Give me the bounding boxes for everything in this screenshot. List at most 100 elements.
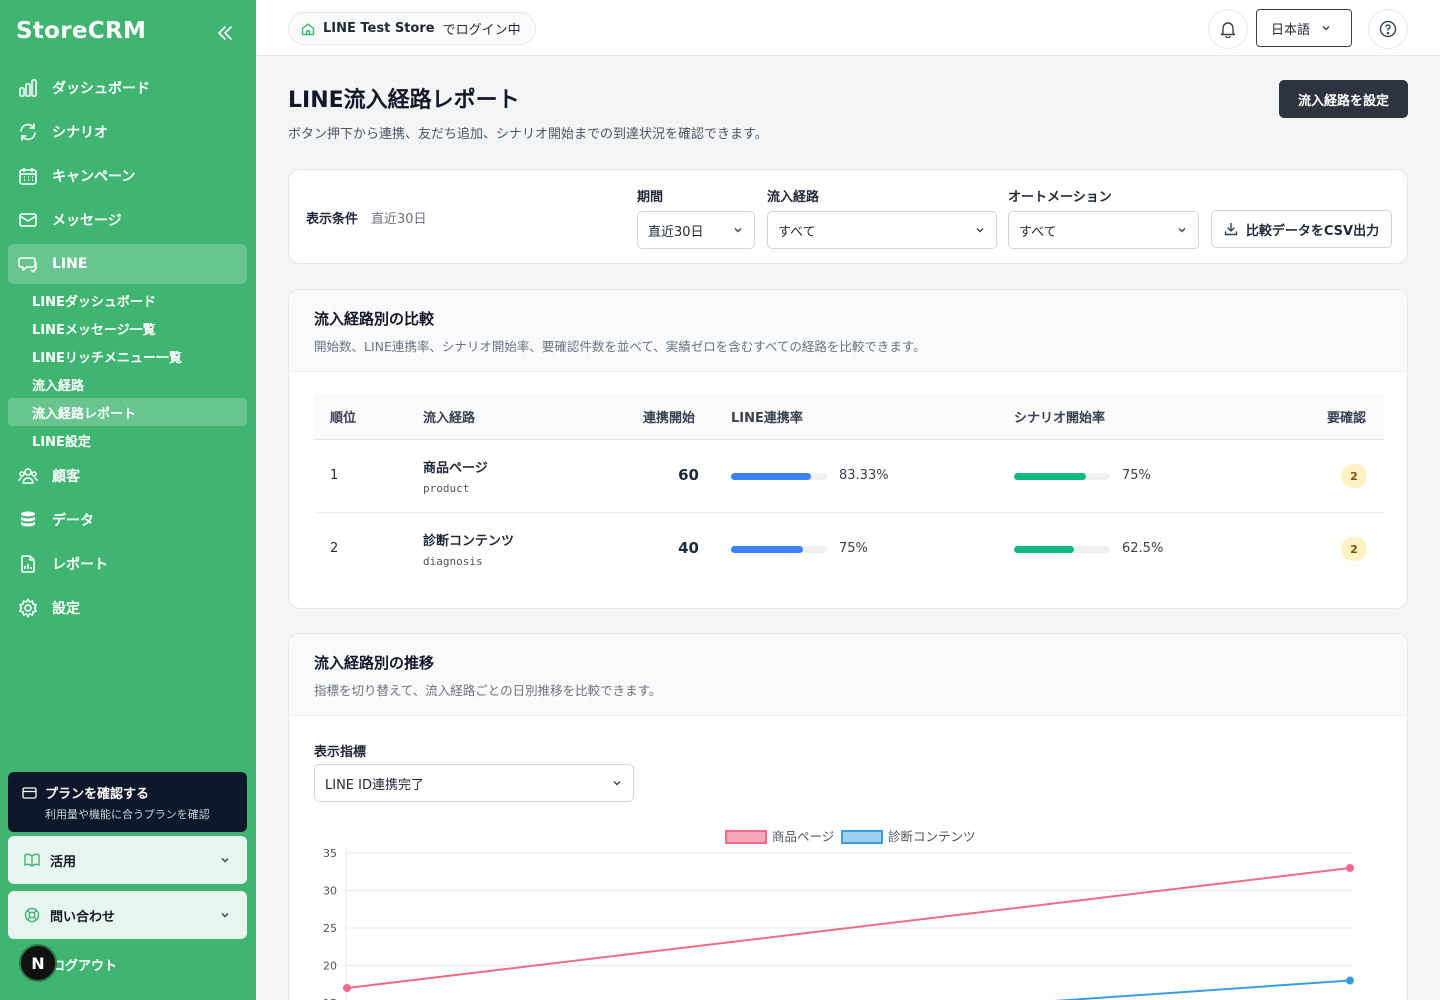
chevron-down-icon <box>976 228 984 233</box>
automation-select[interactable]: すべて <box>1008 211 1199 249</box>
chevron-down-icon <box>1322 26 1330 31</box>
topbar: LINE Test Store でログイン中 日本語 <box>256 0 1440 56</box>
line-rate-value: 75% <box>839 541 868 556</box>
line-rate-value: 83.33% <box>839 468 889 483</box>
data-point <box>1346 976 1354 985</box>
store-name: LINE Test Store <box>323 21 435 36</box>
brand-logo: StoreCRM <box>16 18 147 44</box>
users-icon <box>18 466 38 486</box>
route-slug: product <box>423 482 470 495</box>
file-icon <box>18 554 38 574</box>
submenu-item-line-dashboard[interactable]: LINEダッシュボード <box>32 286 247 314</box>
scenario-rate-bar <box>1014 546 1110 553</box>
filter-summary: 直近30日 <box>371 212 427 227</box>
submenu-item-line-messages[interactable]: LINEメッセージ一覧 <box>32 314 247 342</box>
automation-filter: オートメーション すべて <box>1008 186 1199 249</box>
comparison-description: 開始数、LINE連携率、シナリオ開始率、要確認件数を並べて、実績ゼロを含むすべて… <box>314 339 926 354</box>
sidebar-item-label: シナリオ <box>52 125 108 141</box>
notifications-button[interactable] <box>1208 9 1248 49</box>
scenario-rate-value: 62.5% <box>1122 541 1164 556</box>
home-icon <box>301 22 315 35</box>
route-label: 流入経路 <box>767 190 820 205</box>
period-value: 直近30日 <box>648 224 704 240</box>
submenu-item-line-settings[interactable]: LINE設定 <box>32 426 247 454</box>
sidebar-item-data[interactable]: データ <box>8 498 247 542</box>
trend-title: 流入経路別の推移 <box>314 654 435 672</box>
review-count-badge: 2 <box>1341 537 1367 561</box>
help-button[interactable] <box>1368 9 1408 49</box>
column-header-route: 流入経路 <box>423 411 476 426</box>
sidebar-item-label: 顧客 <box>52 469 80 485</box>
sidebar-item-dashboard[interactable]: ダッシュボード <box>8 66 247 110</box>
data-point <box>1346 864 1354 872</box>
sidebar-item-campaign[interactable]: キャンペーン <box>8 154 247 198</box>
sidebar-item-message[interactable]: メッセージ <box>8 198 247 242</box>
usage-label: 活用 <box>50 854 77 870</box>
book-icon <box>24 852 40 868</box>
comparison-card: 流入経路別の比較 開始数、LINE連携率、シナリオ開始率、要確認件数を並べて、実… <box>288 289 1408 609</box>
language-select[interactable]: 日本語 <box>1256 9 1352 47</box>
table-row[interactable]: 1 商品ページ product 60 83.33% 75% 2 <box>314 440 1384 513</box>
series-line <box>1054 979 1351 1000</box>
comparison-header: 流入経路別の比較 開始数、LINE連携率、シナリオ開始率、要確認件数を並べて、実… <box>289 290 1407 372</box>
table-row[interactable]: 2 診断コンテンツ diagnosis 40 75% 62.5% 2 <box>314 513 1384 586</box>
metric-label: 表示指標 <box>314 745 367 760</box>
trend-card: 流入経路別の推移 指標を切り替えて、流入経路ごとの日別推移を比較できます。 表示… <box>288 633 1408 1000</box>
csv-export-label: 比較データをCSV出力 <box>1245 223 1380 239</box>
sidebar-item-label: キャンペーン <box>52 169 136 185</box>
sidebar-item-settings[interactable]: 設定 <box>8 586 247 630</box>
automation-label: オートメーション <box>1008 190 1112 205</box>
line-rate-bar <box>731 473 827 480</box>
legend-swatch <box>841 830 883 844</box>
credit-card-icon <box>22 786 37 799</box>
contact-accordion[interactable]: 問い合わせ <box>8 891 247 939</box>
submenu-item-route-report[interactable]: 流入経路レポート <box>8 398 247 426</box>
chat-icon <box>18 254 38 274</box>
trend-header: 流入経路別の推移 指標を切り替えて、流入経路ごとの日別推移を比較できます。 <box>289 634 1407 716</box>
route-filter: 流入経路 すべて <box>767 186 997 249</box>
trend-description: 指標を切り替えて、流入経路ごとの日別推移を比較できます。 <box>314 683 662 698</box>
configure-routes-button[interactable]: 流入経路を設定 <box>1279 80 1408 118</box>
column-header-line-rate: LINE連携率 <box>731 411 803 426</box>
page-title: LINE流入経路レポート <box>288 88 520 113</box>
chevron-down-icon <box>734 228 742 233</box>
collapse-sidebar-icon[interactable] <box>216 24 234 42</box>
sidebar-item-line[interactable]: LINE <box>8 244 247 284</box>
line-rate-bar-fill <box>731 546 803 553</box>
submenu-item-rich-menus[interactable]: LINEリッチメニュー一覧 <box>32 342 247 370</box>
plan-card[interactable]: プランを確認する 利用量や機能に合うプランを確認 <box>8 772 247 832</box>
avatar[interactable]: N <box>19 944 57 982</box>
sidebar-item-report[interactable]: レポート <box>8 542 247 586</box>
y-tick-label: 30 <box>323 885 337 898</box>
metric-value: LINE ID連携完了 <box>325 777 424 793</box>
sidebar-item-label: LINE <box>52 256 88 272</box>
chevron-down-icon <box>221 858 229 863</box>
logout-link[interactable]: ログアウト <box>52 955 117 974</box>
sidebar-item-scenario[interactable]: シナリオ <box>8 110 247 154</box>
starts-count: 60 <box>678 466 699 484</box>
refresh-icon <box>18 122 38 142</box>
page-subtitle: ボタン押下から連携、友だち追加、シナリオ開始までの到達状況を確認できます。 <box>288 127 768 142</box>
period-label: 期間 <box>637 190 664 205</box>
store-indicator: LINE Test Store でログイン中 <box>288 12 536 45</box>
legend-swatch <box>725 830 767 844</box>
csv-export-button[interactable]: 比較データをCSV出力 <box>1211 210 1392 248</box>
submenu-item-routes[interactable]: 流入経路 <box>32 370 247 398</box>
route-select[interactable]: すべて <box>767 211 997 249</box>
download-icon <box>1224 222 1238 236</box>
sidebar-item-customers[interactable]: 顧客 <box>8 454 247 498</box>
plan-title: プランを確認する <box>45 787 150 802</box>
bell-icon <box>1220 22 1236 38</box>
contact-label: 問い合わせ <box>50 909 116 925</box>
usage-accordion[interactable]: 活用 <box>8 836 247 884</box>
trend-line-chart: 商品ページ診断コンテンツ3530252015 <box>323 829 1354 1000</box>
line-submenu: LINEダッシュボード LINEメッセージ一覧 LINEリッチメニュー一覧 流入… <box>8 286 247 454</box>
scenario-rate-bar-fill <box>1014 546 1074 553</box>
data-point <box>343 984 351 992</box>
login-status: でログイン中 <box>442 23 521 38</box>
metric-select[interactable]: LINE ID連携完了 <box>314 764 634 802</box>
period-select[interactable]: 直近30日 <box>637 211 755 249</box>
bar-chart-icon <box>18 78 38 98</box>
review-count-badge: 2 <box>1341 464 1367 488</box>
route-name: 診断コンテンツ <box>423 534 515 549</box>
